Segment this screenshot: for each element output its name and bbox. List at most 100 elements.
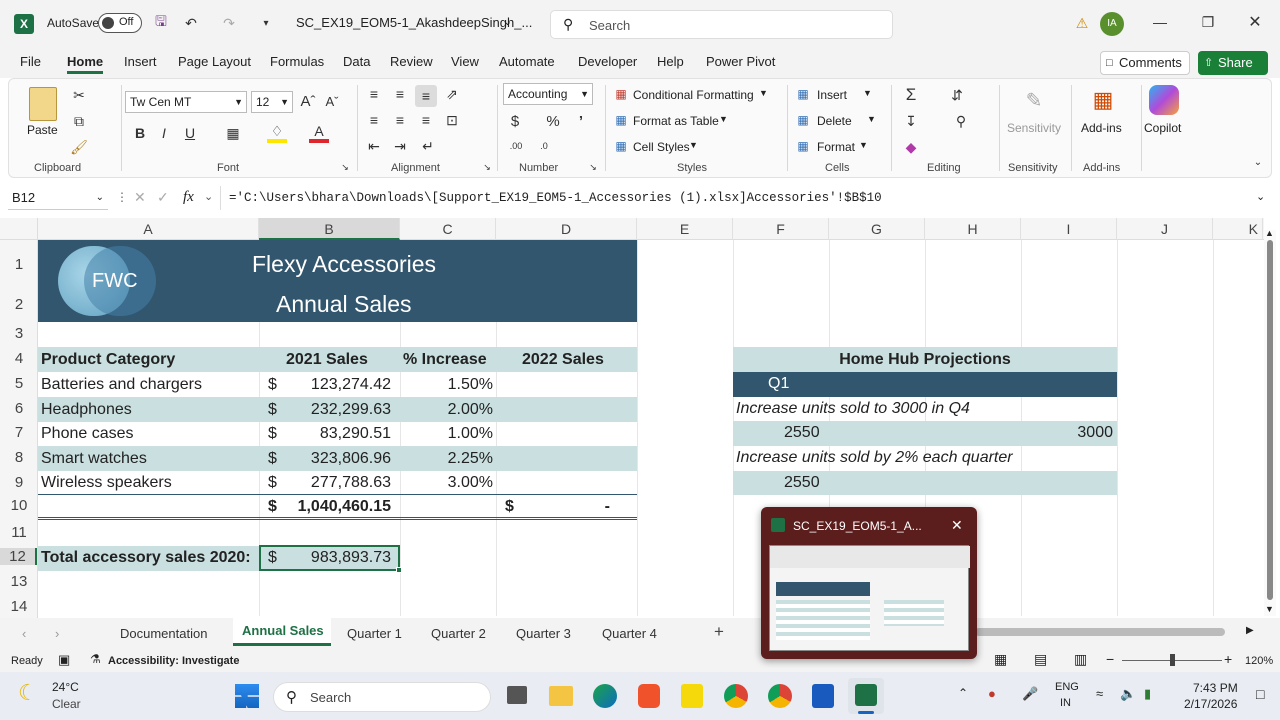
zoom-level[interactable]: 120% [1245, 655, 1273, 667]
format-cells-button[interactable]: Format [817, 140, 855, 154]
format-cells-icon[interactable]: ▦ [795, 138, 811, 154]
align-bottom-icon[interactable]: ≡ [415, 85, 437, 107]
menu-file[interactable]: File [20, 54, 41, 69]
battery-icon[interactable]: ▮ [1144, 686, 1151, 702]
align-right-icon[interactable]: ≡ [417, 111, 435, 129]
product-name[interactable]: Wireless speakers [41, 471, 172, 495]
number-format-select[interactable]: Accounting ▼ [503, 83, 593, 105]
decrease-font-icon[interactable]: Aˇ [323, 91, 341, 111]
zoom-slider[interactable] [1122, 654, 1222, 666]
scroll-thumb[interactable] [1267, 240, 1273, 600]
projections-title[interactable]: Home Hub Projections [733, 348, 1117, 372]
row-header[interactable]: 2 [0, 296, 38, 313]
document-title[interactable]: SC_EX19_EOM5-1_AkashdeepSingh_... [296, 15, 532, 30]
zoom-thumb[interactable] [1170, 654, 1175, 666]
tab-scroll-left-icon[interactable]: ‹ [22, 626, 26, 641]
column-header-e[interactable]: E [637, 218, 733, 240]
menu-view[interactable]: View [451, 54, 479, 69]
total-accessory-value[interactable]: 983,893.73 [290, 546, 391, 570]
share-button[interactable]: ⇧ Share [1198, 51, 1268, 75]
percent-icon[interactable]: % [545, 111, 561, 131]
preview-thumbnail[interactable] [769, 545, 970, 651]
paste-icon[interactable] [29, 87, 57, 121]
close-icon[interactable]: ✕ [1245, 12, 1265, 32]
sales-value[interactable]: 323,806.96 [298, 447, 391, 471]
column-header-d[interactable]: D [496, 218, 637, 240]
sensitivity-button[interactable]: Sensitivity [1007, 121, 1061, 135]
column-header-j[interactable]: J [1117, 218, 1213, 240]
language-code[interactable]: ENG [1055, 681, 1079, 693]
sales-value[interactable]: 83,290.51 [298, 422, 391, 446]
clear-icon[interactable]: ◆ [901, 137, 921, 157]
pct-value[interactable]: 3.00% [400, 471, 493, 495]
column-header-i[interactable]: I [1021, 218, 1117, 240]
pct-value[interactable]: 1.50% [400, 373, 493, 397]
format-painter-icon[interactable]: 🖌 [69, 137, 89, 157]
pct-value[interactable]: 2.25% [400, 447, 493, 471]
delete-cells-icon[interactable]: ▦ [795, 112, 811, 128]
minimize-icon[interactable]: — [1150, 12, 1170, 32]
row-header[interactable]: 6 [0, 400, 38, 417]
product-name[interactable]: Smart watches [41, 447, 147, 471]
row-header[interactable]: 14 [0, 598, 38, 615]
avatar[interactable]: IA [1100, 12, 1124, 36]
undo-icon[interactable]: ↶ [180, 12, 202, 34]
sheet-tab-documentation[interactable]: Documentation [120, 626, 207, 641]
zoom-out-icon[interactable]: − [1106, 651, 1114, 667]
sort-filter-icon[interactable]: ⇵ [947, 85, 967, 105]
column-header-b[interactable]: B [259, 218, 400, 240]
tray-overflow-icon[interactable]: ⌃ [958, 686, 968, 700]
menu-home[interactable]: Home [67, 54, 104, 74]
vertical-scrollbar[interactable]: ▲ ▼ [1264, 228, 1276, 616]
sales-value[interactable]: 123,274.42 [298, 373, 391, 397]
menu-help[interactable]: Help [657, 54, 684, 69]
product-name[interactable]: Batteries and chargers [41, 373, 202, 397]
menu-insert[interactable]: Insert [124, 54, 157, 69]
formula-dropdown-icon[interactable]: ⌄ [204, 190, 213, 203]
insert-cells-icon[interactable]: ▦ [795, 86, 811, 102]
wifi-icon[interactable]: ≈ [1096, 686, 1103, 701]
increase-indent-icon[interactable]: ⇥ [391, 137, 409, 155]
name-box[interactable]: B12 ⌄ [8, 186, 108, 210]
chrome-profile-icon[interactable] [768, 684, 792, 708]
scroll-down-icon[interactable]: ▼ [1265, 604, 1274, 614]
pct-value[interactable]: 2.00% [400, 398, 493, 422]
microphone-icon[interactable]: 🎤 [1022, 686, 1038, 702]
comma-style-icon[interactable]: ’ [573, 111, 589, 131]
macro-record-icon[interactable]: ▣ [58, 652, 70, 668]
row-header[interactable]: 13 [0, 573, 38, 590]
weather-desc[interactable]: Clear [52, 697, 81, 711]
customize-qat-icon[interactable]: ▾ [256, 12, 276, 34]
pct-value[interactable]: 1.00% [400, 422, 493, 446]
tab-scroll-right-icon[interactable]: › [55, 626, 59, 641]
function-icon[interactable]: fx [183, 189, 194, 206]
projection-note-2[interactable]: Increase units sold by 2% each quarter [736, 446, 1013, 470]
find-select-icon[interactable]: ⚲ [951, 111, 971, 131]
decrease-indent-icon[interactable]: ⇤ [365, 137, 383, 155]
weather-icon[interactable]: ☾ [18, 680, 38, 706]
row-header[interactable]: 1 [0, 256, 38, 273]
clock-date[interactable]: 2/17/2026 [1184, 697, 1237, 711]
column-header-k[interactable]: K [1213, 218, 1263, 240]
volume-icon[interactable]: 🔈 [1120, 686, 1136, 702]
font-size-select[interactable]: 12 ▼ [251, 91, 293, 113]
delete-cells-button[interactable]: Delete [817, 114, 852, 128]
accessibility-icon[interactable]: ⚗ [90, 652, 101, 666]
menu-review[interactable]: Review [390, 54, 433, 69]
align-top-icon[interactable]: ≡ [365, 85, 383, 103]
row-header[interactable]: 10 [0, 497, 38, 514]
taskbar-search[interactable]: ⚲ Search [273, 682, 491, 712]
currency-icon[interactable]: $ [507, 111, 523, 131]
collapse-ribbon-icon[interactable]: ⌄ [1251, 155, 1265, 169]
dialog-launcher-icon[interactable]: ↘ [339, 161, 351, 173]
menu-developer[interactable]: Developer [578, 54, 637, 69]
page-break-view-icon[interactable]: ▥ [1074, 651, 1087, 668]
product-name[interactable]: Phone cases [41, 422, 134, 446]
column-header-a[interactable]: A [38, 218, 259, 240]
chrome-icon[interactable] [724, 684, 748, 708]
sales-value[interactable]: 232,299.63 [298, 398, 391, 422]
insert-cells-button[interactable]: Insert [817, 88, 847, 102]
clock-time[interactable]: 7:43 PM [1193, 681, 1238, 695]
header-pct-increase[interactable]: % Increase [403, 348, 487, 372]
fill-icon[interactable]: ↧ [901, 111, 921, 131]
